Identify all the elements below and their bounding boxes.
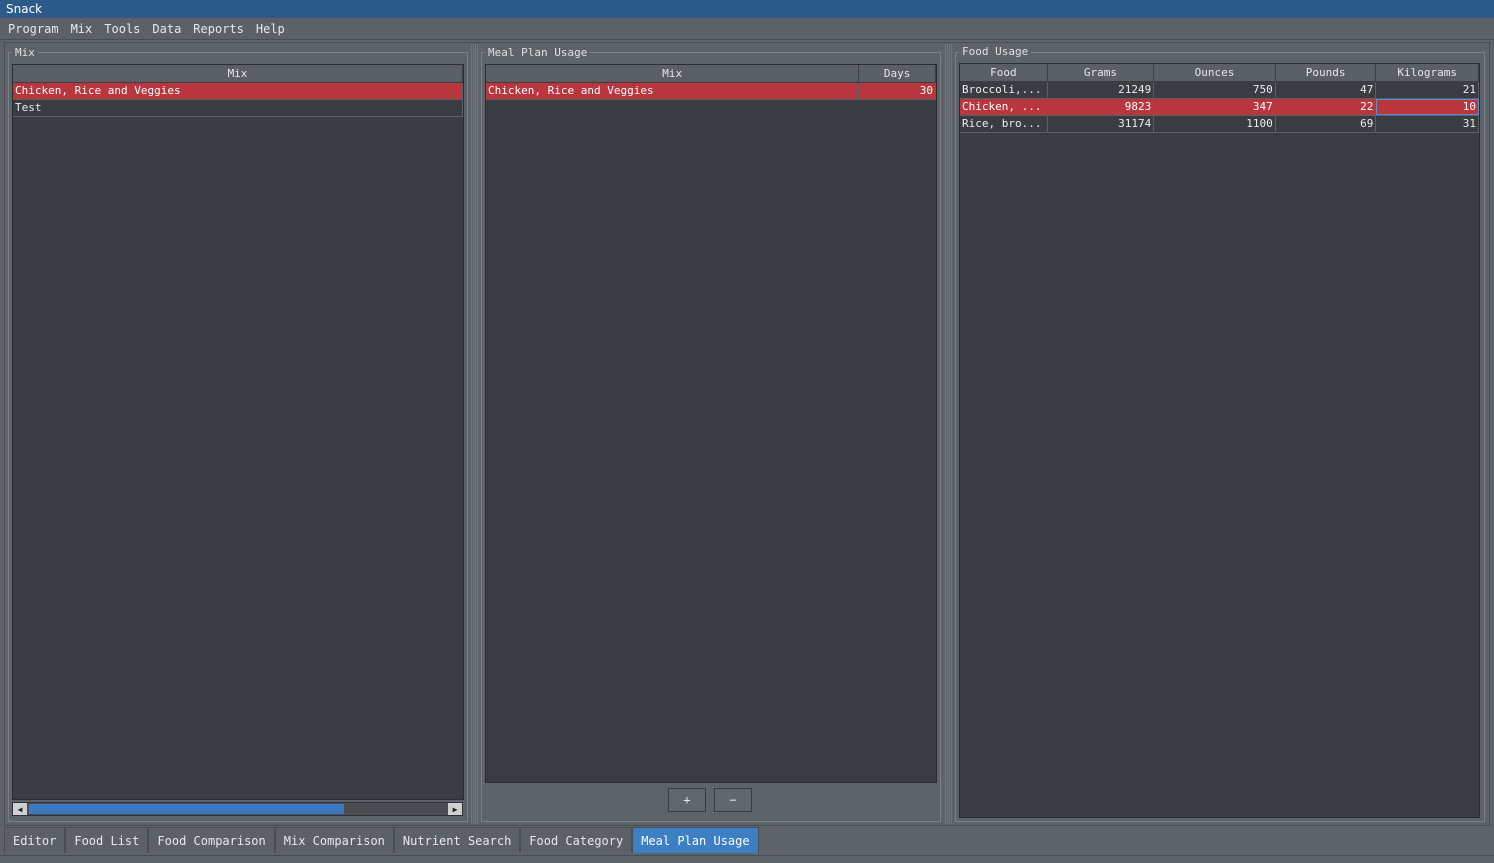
- tab-nutrient-search[interactable]: Nutrient Search: [393, 827, 521, 853]
- tab-food-comparison[interactable]: Food Comparison: [148, 827, 275, 853]
- ounces-cell[interactable]: 347: [1154, 99, 1276, 115]
- tab-food-category[interactable]: Food Category: [520, 827, 633, 853]
- mix-table: Mix Chicken, Rice and Veggies Test: [12, 64, 464, 800]
- window-title: Snack: [6, 2, 43, 16]
- food-usage-panel-title: Food Usage: [959, 46, 1032, 58]
- tab-editor[interactable]: Editor: [4, 827, 66, 853]
- window-title-bar: Snack: [0, 0, 1494, 18]
- menu-bar: Program Mix Tools Data Reports Help: [0, 18, 1494, 40]
- food-cell[interactable]: Rice, bro...: [960, 116, 1048, 132]
- scroll-right-icon[interactable]: ▶: [448, 803, 462, 815]
- splitter-left[interactable]: [470, 44, 478, 824]
- table-row[interactable]: Rice, bro... 31174 1100 69 31: [960, 116, 1479, 133]
- food-usage-table: Food Grams Ounces Pounds Kilograms Brocc…: [959, 63, 1480, 818]
- tab-meal-plan-usage[interactable]: Meal Plan Usage: [632, 827, 759, 853]
- tab-bar: Editor Food List Food Comparison Mix Com…: [4, 827, 759, 855]
- table-row[interactable]: Broccoli,... 21249 750 47 21: [960, 82, 1479, 99]
- table-row[interactable]: Chicken, Rice and Veggies: [13, 83, 463, 100]
- grams-cell[interactable]: 31174: [1048, 116, 1155, 132]
- menu-reports[interactable]: Reports: [187, 18, 250, 40]
- splitter-right[interactable]: [944, 44, 952, 824]
- grams-cell[interactable]: 9823: [1048, 99, 1155, 115]
- meal-plan-table-header: Mix Days: [486, 65, 936, 83]
- ounces-column-header[interactable]: Ounces: [1154, 64, 1276, 81]
- table-row[interactable]: Test: [13, 100, 463, 117]
- tab-food-list[interactable]: Food List: [65, 827, 149, 853]
- menu-program[interactable]: Program: [2, 18, 65, 40]
- kilograms-cell[interactable]: 21: [1376, 82, 1479, 98]
- mix-name-cell[interactable]: Chicken, Rice and Veggies: [486, 83, 860, 99]
- pounds-cell[interactable]: 69: [1276, 116, 1377, 132]
- mix-name-cell[interactable]: Chicken, Rice and Veggies: [13, 83, 463, 99]
- mix-table-header: Mix: [13, 65, 463, 83]
- food-column-header[interactable]: Food: [960, 64, 1048, 81]
- days-column-header[interactable]: Days: [859, 65, 936, 82]
- mix-column-header[interactable]: Mix: [486, 65, 860, 82]
- scroll-thumb[interactable]: [29, 804, 344, 814]
- kilograms-column-header[interactable]: Kilograms: [1376, 64, 1479, 81]
- scroll-left-icon[interactable]: ◀: [13, 803, 27, 815]
- add-button[interactable]: +: [668, 788, 706, 812]
- remove-button[interactable]: −: [714, 788, 752, 812]
- pounds-cell[interactable]: 22: [1276, 99, 1377, 115]
- menu-mix[interactable]: Mix: [65, 18, 99, 40]
- food-cell[interactable]: Broccoli,...: [960, 82, 1048, 98]
- table-row[interactable]: Chicken, ... 9823 347 22 10: [960, 99, 1479, 116]
- meal-plan-table: Mix Days Chicken, Rice and Veggies 30: [485, 64, 937, 783]
- mix-column-header[interactable]: Mix: [13, 65, 463, 82]
- pounds-column-header[interactable]: Pounds: [1276, 64, 1377, 81]
- grams-cell[interactable]: 21249: [1048, 82, 1155, 98]
- meal-plan-panel-title: Meal Plan Usage: [485, 47, 591, 59]
- food-usage-table-header: Food Grams Ounces Pounds Kilograms: [960, 64, 1479, 82]
- kilograms-cell[interactable]: 31: [1376, 116, 1479, 132]
- mix-panel-title: Mix: [12, 47, 38, 59]
- mix-name-cell[interactable]: Test: [13, 100, 463, 116]
- days-cell[interactable]: 30: [859, 83, 936, 99]
- menu-tools[interactable]: Tools: [98, 18, 146, 40]
- grams-column-header[interactable]: Grams: [1048, 64, 1155, 81]
- menu-help[interactable]: Help: [250, 18, 291, 40]
- mix-horizontal-scrollbar[interactable]: ◀ ▶: [12, 802, 463, 816]
- kilograms-cell[interactable]: 10: [1376, 99, 1479, 115]
- ounces-cell[interactable]: 1100: [1154, 116, 1276, 132]
- ounces-cell[interactable]: 750: [1154, 82, 1276, 98]
- food-cell[interactable]: Chicken, ...: [960, 99, 1048, 115]
- menu-data[interactable]: Data: [146, 18, 187, 40]
- tab-mix-comparison[interactable]: Mix Comparison: [274, 827, 394, 853]
- table-row[interactable]: Chicken, Rice and Veggies 30: [486, 83, 936, 100]
- pounds-cell[interactable]: 47: [1276, 82, 1377, 98]
